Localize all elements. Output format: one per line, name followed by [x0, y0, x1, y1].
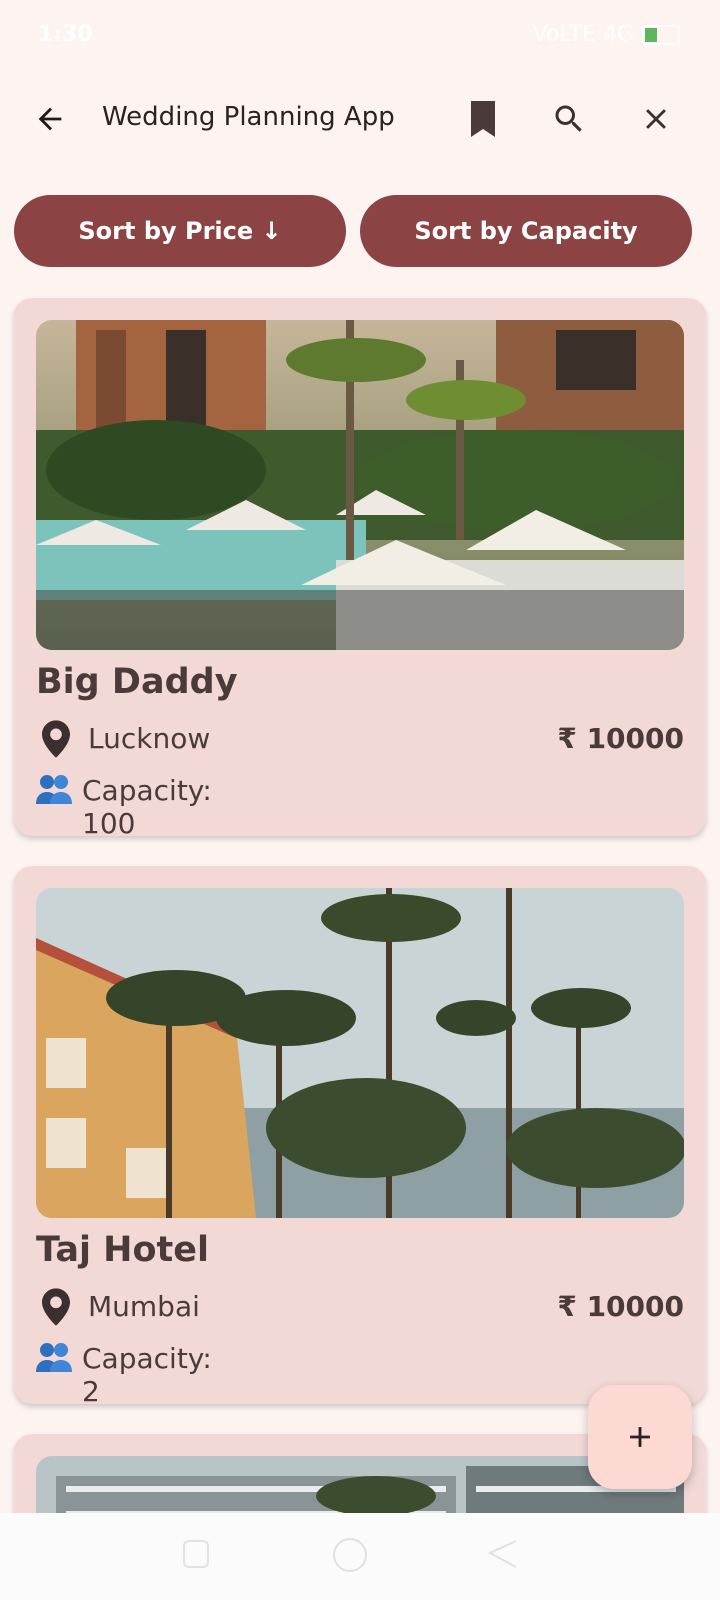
arrow-left-icon — [38, 107, 62, 131]
add-venue-button[interactable] — [588, 1385, 692, 1489]
venue-image — [36, 888, 684, 1218]
venue-location: Mumbai — [88, 1290, 200, 1323]
close-icon — [646, 109, 666, 129]
venue-image — [36, 320, 684, 650]
location-pin-icon — [42, 1288, 70, 1326]
venue-card[interactable]: Big Daddy Lucknow ₹ 10000 Capacity: 100 — [14, 298, 706, 840]
people-icon — [36, 775, 72, 804]
venue-price: ₹ 10000 — [557, 1290, 684, 1323]
sort-by-capacity-button[interactable]: Sort by Capacity — [360, 195, 692, 267]
venue-location: Lucknow — [88, 722, 211, 755]
venue-location-row: Lucknow ₹ 10000 — [36, 718, 684, 762]
plus-icon — [630, 1427, 650, 1447]
people-icon — [36, 1343, 72, 1372]
app-bar: Wedding Planning App — [0, 80, 720, 160]
status-right: VoLTE 4G — [533, 22, 680, 47]
home-icon[interactable] — [332, 1537, 368, 1573]
back-button[interactable] — [22, 91, 78, 147]
sort-by-price-button[interactable]: Sort by Price ↓ — [14, 195, 346, 267]
back-nav-icon[interactable] — [488, 1539, 518, 1569]
sort-row: Sort by Price ↓ Sort by Capacity — [14, 195, 706, 267]
close-button[interactable] — [628, 91, 684, 147]
search-button[interactable] — [541, 91, 597, 147]
venue-capacity: Capacity: 100 — [82, 774, 212, 840]
location-pin-icon — [42, 720, 70, 758]
venue-name: Taj Hotel — [36, 1230, 209, 1270]
venue-name: Big Daddy — [36, 662, 238, 702]
page-title: Wedding Planning App — [102, 102, 395, 132]
battery-icon — [642, 24, 680, 45]
status-time: 1:30 — [38, 22, 93, 47]
recents-icon[interactable] — [182, 1539, 210, 1569]
venue-capacity: Capacity: 2 — [82, 1342, 212, 1408]
bookmark-button[interactable] — [455, 91, 511, 147]
venue-price: ₹ 10000 — [557, 722, 684, 755]
venue-card[interactable]: Taj Hotel Mumbai ₹ 10000 Capacity: 2 — [14, 866, 706, 1408]
status-bar: 1:30 VoLTE 4G — [0, 0, 720, 70]
venue-location-row: Mumbai ₹ 10000 — [36, 1286, 684, 1330]
system-nav-bar — [0, 1513, 720, 1600]
bookmark-icon — [471, 101, 495, 137]
status-network-text: VoLTE 4G — [532, 22, 634, 47]
search-icon — [555, 105, 582, 132]
